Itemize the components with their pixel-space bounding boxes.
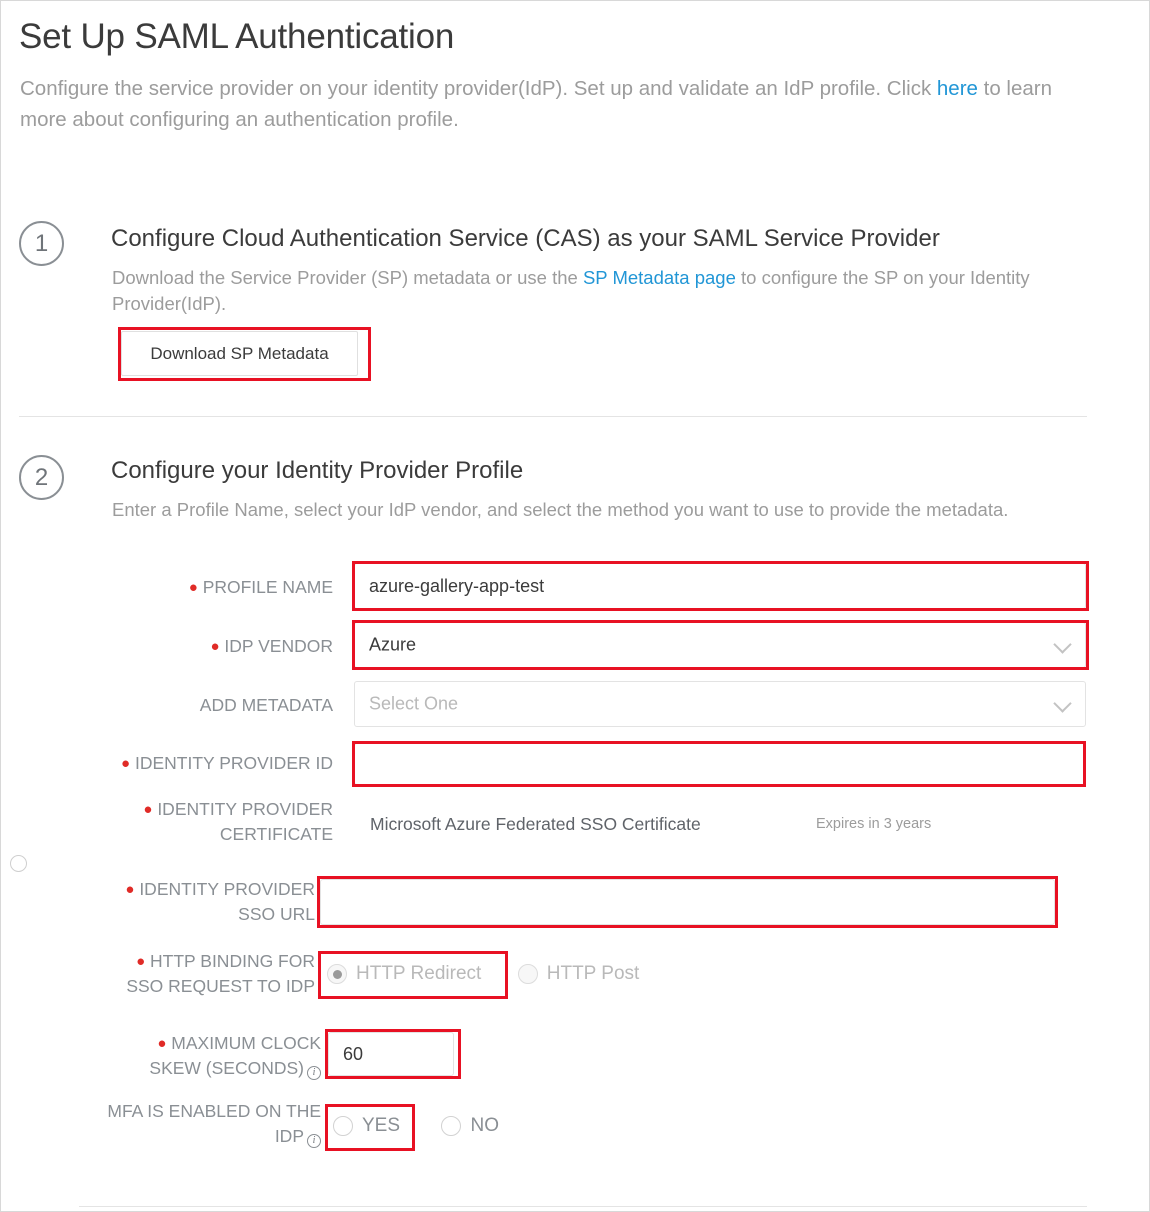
section-divider-2 <box>79 1206 1087 1207</box>
step-2-title: Configure your Identity Provider Profile <box>111 457 524 484</box>
step-1-desc-text-1: Download the Service Provider (SP) metad… <box>112 267 583 288</box>
identity-provider-sso-url-label-line1: IDENTITY PROVIDER <box>139 879 315 899</box>
identity-provider-certificate-label-line2: CERTIFICATE <box>219 824 333 844</box>
left-anchor-marker[interactable] <box>10 855 27 872</box>
max-clock-skew-input[interactable] <box>328 1032 454 1076</box>
info-icon[interactable]: i <box>307 1134 321 1148</box>
identity-provider-sso-url-input[interactable] <box>320 879 1055 925</box>
identity-provider-id-label-text: IDENTITY PROVIDER ID <box>134 753 333 773</box>
mfa-enabled-option-yes[interactable]: YES <box>333 1115 400 1137</box>
idp-vendor-label: ● IDP VENDOR <box>121 634 333 659</box>
mfa-enabled-option-no-label: NO <box>470 1115 499 1136</box>
profile-name-label-text: PROFILE NAME <box>202 577 333 597</box>
max-clock-skew-label-line1: MAXIMUM CLOCK <box>171 1033 321 1053</box>
radio-icon-unselected <box>517 964 538 984</box>
http-binding-label-line1: HTTP BINDING FOR <box>150 951 315 971</box>
radio-icon-unselected <box>333 1116 353 1136</box>
step-2-circle: 2 <box>19 455 64 500</box>
radio-icon-selected <box>327 964 347 984</box>
mfa-enabled-label: MFA IS ENABLED ON THE IDP i <box>81 1099 321 1149</box>
identity-provider-certificate-label-line1: IDENTITY PROVIDER <box>157 799 333 819</box>
chevron-down-icon <box>1053 635 1072 654</box>
idp-vendor-label-text: IDP VENDOR <box>224 636 333 656</box>
required-dot-icon: ● <box>121 755 131 772</box>
page-subtitle-text-1: Configure the service provider on your i… <box>20 77 937 100</box>
identity-provider-certificate-value: Microsoft Azure Federated SSO Certificat… <box>370 814 701 834</box>
mfa-enabled-option-yes-label: YES <box>362 1115 401 1136</box>
idp-vendor-value: Azure <box>369 634 417 655</box>
identity-provider-id-input[interactable] <box>354 743 1086 785</box>
saml-setup-page: Set Up SAML Authentication Configure the… <box>0 0 1150 1212</box>
required-dot-icon: ● <box>136 953 146 970</box>
chevron-down-icon <box>1053 694 1072 713</box>
required-dot-icon: ● <box>188 579 198 596</box>
identity-provider-id-label: ● IDENTITY PROVIDER ID <box>101 751 333 776</box>
mfa-enabled-option-no[interactable]: NO <box>441 1115 499 1137</box>
profile-name-input[interactable] <box>354 563 1086 609</box>
http-binding-option-http-post[interactable]: HTTP Post <box>517 963 640 985</box>
section-divider-1 <box>19 416 1087 417</box>
http-binding-option-http-redirect-label: HTTP Redirect <box>356 963 482 984</box>
max-clock-skew-label-line2: SKEW (SECONDS) <box>149 1058 304 1078</box>
identity-provider-certificate-label: ● IDENTITY PROVIDER CERTIFICATE <box>101 797 333 847</box>
add-metadata-label: ADD METADATA <box>199 695 333 715</box>
step-1-description: Download the Service Provider (SP) metad… <box>112 265 1072 317</box>
http-binding-radio-group: HTTP Redirect HTTP Post <box>327 963 639 985</box>
add-metadata-placeholder: Select One <box>369 693 459 714</box>
max-clock-skew-label: ● MAXIMUM CLOCK SKEW (SECONDS) i <box>101 1031 321 1081</box>
required-dot-icon: ● <box>125 881 135 898</box>
mfa-enabled-label-line2: IDP <box>274 1126 304 1146</box>
required-dot-icon: ● <box>143 801 153 818</box>
info-icon[interactable]: i <box>307 1066 321 1080</box>
identity-provider-sso-url-label: ● IDENTITY PROVIDER SSO URL <box>101 877 315 927</box>
step-2-description: Enter a Profile Name, select your IdP ve… <box>112 499 1009 520</box>
http-binding-option-http-redirect[interactable]: HTTP Redirect <box>327 963 481 985</box>
step-1-title: Configure Cloud Authentication Service (… <box>111 225 940 252</box>
idp-vendor-select[interactable]: Azure <box>354 622 1086 668</box>
page-title: Set Up SAML Authentication <box>19 17 455 56</box>
page-subtitle: Configure the service provider on your i… <box>20 73 1100 135</box>
required-dot-icon: ● <box>157 1035 167 1052</box>
sp-metadata-page-link[interactable]: SP Metadata page <box>583 267 736 288</box>
add-metadata-select[interactable]: Select One <box>354 681 1086 727</box>
radio-icon-unselected <box>441 1116 462 1136</box>
step-1-circle: 1 <box>19 221 64 266</box>
download-sp-metadata-button[interactable]: Download SP Metadata <box>121 331 358 376</box>
mfa-enabled-radio-group: YES NO <box>333 1115 499 1137</box>
identity-provider-sso-url-label-line2: SSO URL <box>238 904 315 924</box>
required-dot-icon: ● <box>210 638 220 655</box>
http-binding-option-http-post-label: HTTP Post <box>546 963 640 984</box>
here-link[interactable]: here <box>937 77 978 100</box>
http-binding-label: ● HTTP BINDING FOR SSO REQUEST TO IDP <box>101 949 315 999</box>
http-binding-label-line2: SSO REQUEST TO IDP <box>126 976 315 996</box>
profile-name-label: ● PROFILE NAME <box>121 575 333 600</box>
identity-provider-certificate-expiry: Expires in 3 years <box>816 816 932 832</box>
mfa-enabled-label-line1: MFA IS ENABLED ON THE <box>107 1101 321 1121</box>
